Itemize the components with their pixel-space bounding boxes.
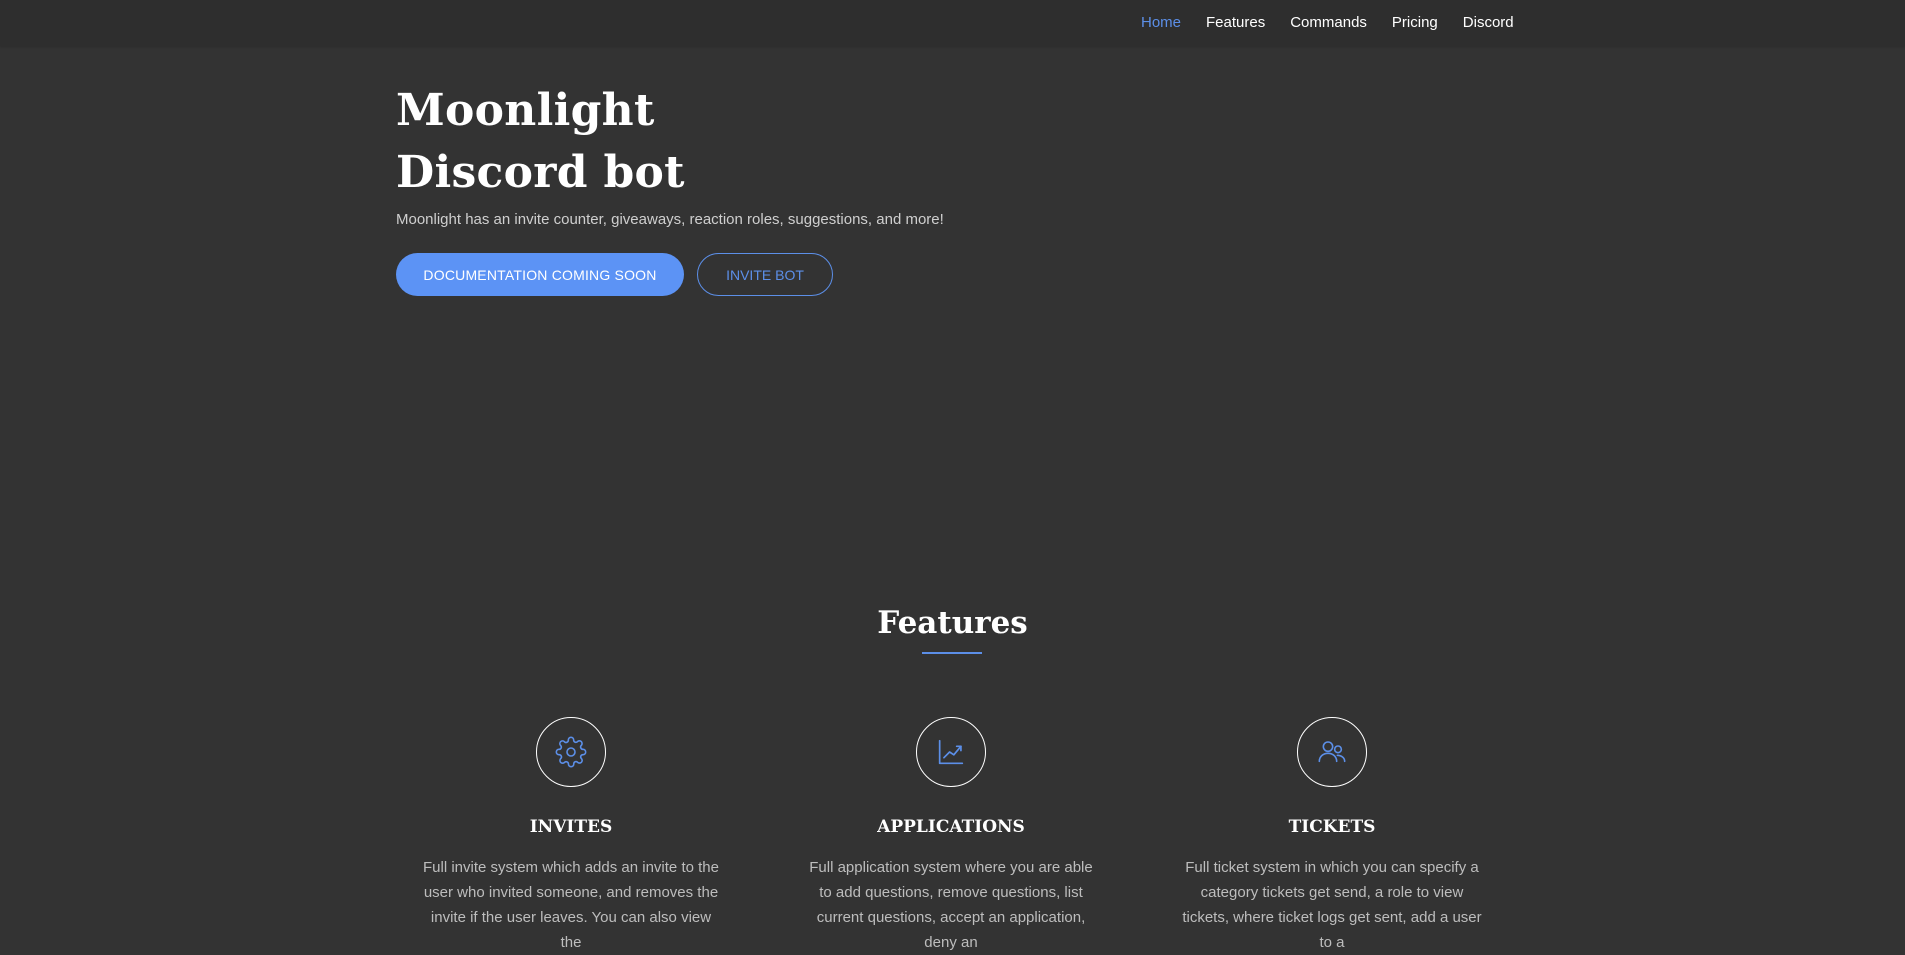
documentation-button[interactable]: DOCUMENTATION COMING SOON — [396, 253, 684, 296]
hero-title-line1: Moonlight — [396, 85, 655, 136]
feature-icon-circle — [1297, 717, 1367, 787]
hero-title-line2: Discord bot — [396, 147, 685, 198]
gear-icon — [555, 736, 587, 768]
nav-link-commands[interactable]: Commands — [1290, 14, 1367, 31]
nav-link-features[interactable]: Features — [1206, 14, 1265, 31]
chart-icon — [938, 739, 964, 765]
feature-heading: TICKETS — [1288, 817, 1376, 837]
feature-applications: APPLICATIONS Full application system whe… — [791, 717, 1111, 955]
hero-subtitle: Moonlight has an invite counter, giveawa… — [396, 211, 944, 228]
feature-icon-circle — [916, 717, 986, 787]
nav-link-home[interactable]: Home — [1141, 14, 1181, 31]
feature-heading: APPLICATIONS — [877, 817, 1025, 837]
feature-heading: INVITES — [529, 817, 613, 837]
feature-invites: INVITES Full invite system which adds an… — [411, 717, 731, 955]
feature-icon-circle — [536, 717, 606, 787]
nav-link-pricing[interactable]: Pricing — [1392, 14, 1438, 31]
users-icon — [1318, 741, 1346, 763]
features-title: Features — [877, 605, 1028, 641]
feature-description: Full invite system which adds an invite … — [423, 859, 719, 951]
invite-bot-button[interactable]: INVITE BOT — [697, 253, 833, 296]
nav-link-discord[interactable]: Discord — [1463, 14, 1514, 31]
feature-description: Full application system where you are ab… — [809, 859, 1093, 951]
nav-links: Home Features Commands Pricing Discord — [1141, 14, 1539, 31]
hero-title: Moonlight Discord bot — [396, 80, 685, 204]
top-navbar: Home Features Commands Pricing Discord — [0, 0, 1905, 46]
feature-tickets: TICKETS Full ticket system in which you … — [1172, 717, 1492, 955]
feature-description: Full ticket system in which you can spec… — [1182, 859, 1482, 951]
features-underline — [922, 652, 982, 654]
